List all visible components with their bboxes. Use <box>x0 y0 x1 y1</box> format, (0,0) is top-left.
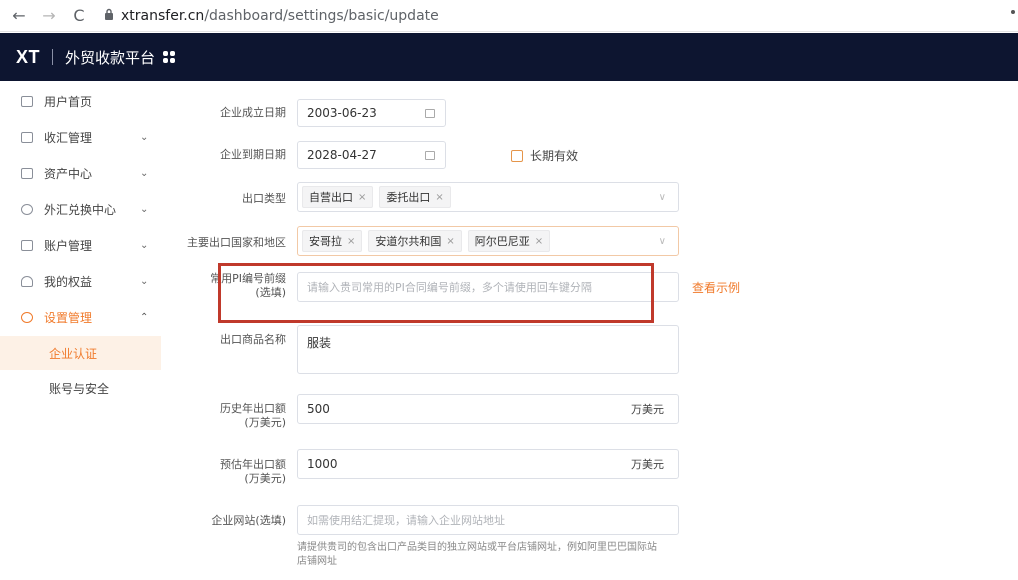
expiry-date-input[interactable]: 2028-04-27 <box>297 141 446 169</box>
chevron-down-icon: ∨ <box>658 191 666 203</box>
product-name-textarea[interactable]: 服装 <box>297 325 679 374</box>
country-tag: 安哥拉 × <box>302 230 363 252</box>
website-hint: 请提供贵司的包含出口产品类目的独立网站或平台店铺网址，例如阿里巴巴国际站 店铺网… <box>297 542 657 567</box>
export-type-tag: 委托出口 × <box>379 186 451 208</box>
tag-close-icon[interactable]: × <box>535 236 543 247</box>
sidebar-item-collection[interactable]: 收汇管理 ⌄ <box>0 119 161 156</box>
sidebar-subitem-account-security[interactable]: 账号与安全 <box>0 371 161 405</box>
sidebar-item-label: 外汇兑换中心 <box>44 203 117 217</box>
chevron-down-icon: ⌄ <box>140 132 149 143</box>
export-type-tag: 自营出口 × <box>302 186 374 208</box>
reload-icon[interactable]: C <box>68 5 90 27</box>
sidebar-item-account[interactable]: 账户管理 ⌄ <box>0 227 161 264</box>
wallet-icon <box>21 168 33 179</box>
calendar-icon <box>425 150 435 160</box>
expiry-date-value: 2028-04-27 <box>307 148 377 162</box>
history-export-value: 500 <box>307 402 330 416</box>
url-domain: xtransfer.cn <box>121 7 205 24</box>
sidebar-item-home[interactable]: 用户首页 <box>0 83 161 120</box>
address-bar[interactable]: xtransfer.cn/dashboard/settings/basic/up… <box>104 8 439 24</box>
history-export-unit: 万美元 <box>631 403 664 416</box>
chevron-down-icon: ∨ <box>658 235 666 247</box>
sidebar-item-label: 资产中心 <box>44 167 93 181</box>
export-countries-label: 主要出口国家和地区 <box>187 236 286 249</box>
header-divider <box>52 49 54 65</box>
estimated-export-unit: 万美元 <box>631 458 664 471</box>
sidebar-item-settings[interactable]: 设置管理 ⌃ <box>0 299 161 336</box>
checkbox-box[interactable] <box>511 149 523 162</box>
sidebar-item-label: 用户首页 <box>44 95 93 109</box>
tag-close-icon[interactable]: × <box>446 236 454 247</box>
sidebar-subitem-company-verification[interactable]: 企业认证 <box>0 336 161 370</box>
tag-close-icon[interactable]: × <box>358 192 366 203</box>
forward-icon[interactable]: → <box>38 5 60 27</box>
highlight-box <box>218 263 654 323</box>
browser-toolbar: ← → C xtransfer.cn/dashboard/settings/ba… <box>0 0 1018 32</box>
apps-grid-icon[interactable] <box>163 51 176 63</box>
chevron-down-icon: ⌄ <box>140 276 149 287</box>
establish-date-label: 企业成立日期 <box>220 106 286 119</box>
sidebar: 用户首页 收汇管理 ⌄ 资产中心 ⌄ 外汇兑换中心 ⌄ 账户管理 ⌄ 我的权益 … <box>0 81 161 580</box>
app-header: XT 外贸收款平台 <box>0 33 1018 81</box>
home-icon <box>21 96 33 107</box>
lock-icon <box>104 8 114 24</box>
website-label: 企业网站(选填) <box>211 514 286 527</box>
sidebar-item-label: 我的权益 <box>44 275 93 289</box>
product-name-value: 服装 <box>307 336 332 350</box>
estimated-export-value: 1000 <box>307 457 338 471</box>
history-export-input[interactable]: 500 万美元 <box>297 394 679 424</box>
website-placeholder: 如需使用结汇提现，请输入企业网站地址 <box>307 514 505 527</box>
sidebar-item-exchange[interactable]: 外汇兑换中心 ⌄ <box>0 191 161 228</box>
person-icon <box>21 276 33 287</box>
expiry-date-label: 企业到期日期 <box>220 148 286 161</box>
sidebar-item-benefits[interactable]: 我的权益 ⌄ <box>0 263 161 300</box>
estimated-export-label: 预估年出口额 (万美元) <box>220 458 286 485</box>
long-term-label: 长期有效 <box>530 149 579 163</box>
export-countries-select[interactable]: 安哥拉 × 安道尔共和国 × 阿尔巴尼亚 × ∨ <box>297 226 679 256</box>
chevron-down-icon: ⌄ <box>140 168 149 179</box>
logo[interactable]: XT <box>16 47 40 68</box>
chevron-up-icon: ⌃ <box>140 312 149 323</box>
tag-close-icon[interactable]: × <box>347 236 355 247</box>
product-name-label: 出口商品名称 <box>220 333 286 346</box>
back-icon[interactable]: ← <box>8 5 30 27</box>
estimated-export-input[interactable]: 1000 万美元 <box>297 449 679 479</box>
sidebar-item-label: 账户管理 <box>44 239 93 253</box>
sidebar-item-label: 收汇管理 <box>44 131 93 145</box>
establish-date-value: 2003-06-23 <box>307 106 377 120</box>
country-tag: 安道尔共和国 × <box>368 230 462 252</box>
settings-icon <box>21 312 33 323</box>
url-path: /dashboard/settings/basic/update <box>204 7 439 24</box>
menu-dot-icon[interactable] <box>1011 10 1015 14</box>
sidebar-item-label: 设置管理 <box>44 311 93 325</box>
tag-close-icon[interactable]: × <box>435 192 443 203</box>
long-term-checkbox[interactable]: 长期有效 <box>511 147 578 164</box>
platform-title: 外贸收款平台 <box>65 48 156 67</box>
collection-icon <box>21 132 33 143</box>
export-type-label: 出口类型 <box>242 192 286 205</box>
chevron-down-icon: ⌄ <box>140 204 149 215</box>
history-export-label: 历史年出口额 (万美元) <box>220 402 286 429</box>
country-tag: 阿尔巴尼亚 × <box>467 230 551 252</box>
calendar-icon <box>425 108 435 118</box>
website-input[interactable]: 如需使用结汇提现，请输入企业网站地址 <box>297 505 679 535</box>
view-example-link[interactable]: 查看示例 <box>692 279 740 296</box>
export-type-select[interactable]: 自营出口 × 委托出口 × ∨ <box>297 182 679 212</box>
establish-date-input[interactable]: 2003-06-23 <box>297 99 446 127</box>
exchange-icon <box>21 204 33 215</box>
account-icon <box>21 240 33 251</box>
chevron-down-icon: ⌄ <box>140 240 149 251</box>
sidebar-item-assets[interactable]: 资产中心 ⌄ <box>0 155 161 192</box>
